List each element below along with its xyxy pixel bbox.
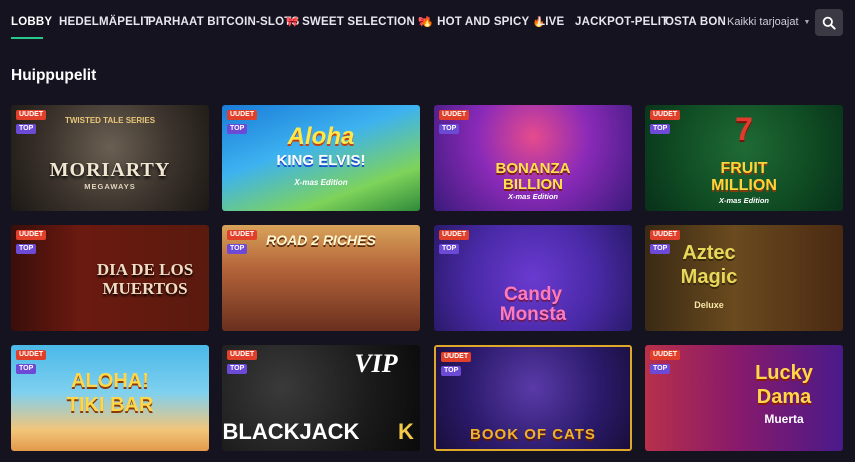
top-badge: TOP	[227, 244, 248, 254]
game-subtitle: TIKI BAR	[66, 394, 154, 416]
game-title: BONANZA	[495, 160, 571, 177]
top-badge: TOP	[441, 366, 462, 376]
top-badge: TOP	[650, 244, 671, 254]
game-title: ALOHA!	[71, 370, 149, 392]
new-badge: UUDET	[650, 110, 681, 120]
game-title: Candy	[503, 284, 563, 305]
top-badge: TOP	[227, 124, 248, 134]
nav-sweet-selection-label: SWEET SELECTION	[302, 16, 415, 28]
game-title: MORIARTY	[49, 159, 171, 181]
nav-hot-and-spicy[interactable]: 🔥 HOT AND SPICY 🔥	[421, 16, 545, 28]
nav-hedelmapelit[interactable]: HEDELMÄPELIT	[59, 16, 151, 28]
game-tile-moriarty[interactable]: TWISTED TALE SERIES MORIARTY MEGAWAYS UU…	[11, 105, 209, 211]
game-tile-road-2-riches[interactable]: ROAD 2 RICHES UUDET TOP	[222, 225, 420, 331]
nav-sweet-selection[interactable]: 🎀 SWEET SELECTION 🎀	[286, 16, 431, 28]
bow-icon: 🎀	[286, 17, 299, 28]
game-edition: X-mas Edition	[294, 178, 348, 187]
top-badge: TOP	[439, 124, 460, 134]
game-tile-aztec-magic-deluxe[interactable]: Aztec Magic Deluxe UUDET TOP	[645, 225, 843, 331]
fire-icon: 🔥	[421, 17, 434, 28]
nav-hot-and-spicy-label: HOT AND SPICY	[437, 16, 530, 28]
game-tile-blackjack-k-vip[interactable]: VIP BLACKJACK K UUDET TOP	[222, 345, 420, 451]
game-title: DIA DE LOS	[96, 260, 194, 279]
new-badge: UUDET	[441, 352, 472, 362]
top-badge: TOP	[439, 244, 460, 254]
section-title: Huippupelit	[11, 67, 97, 84]
active-tab-indicator	[11, 37, 43, 39]
new-badge: UUDET	[439, 230, 470, 240]
nav-lobby[interactable]: LOBBY	[11, 16, 52, 28]
game-title: Lucky	[755, 362, 813, 384]
game-tile-aloha-king-elvis[interactable]: Aloha KING ELVIS! X-mas Edition UUDET TO…	[222, 105, 420, 211]
new-badge: UUDET	[227, 350, 258, 360]
top-badge: TOP	[16, 244, 37, 254]
new-badge: UUDET	[227, 230, 258, 240]
game-subtitle: K	[398, 419, 414, 444]
new-badge: UUDET	[16, 230, 47, 240]
game-subtitle: MILLION	[711, 177, 777, 194]
search-button[interactable]	[815, 9, 843, 36]
top-badge: TOP	[16, 364, 37, 374]
game-subtitle: MUERTOS	[102, 279, 188, 298]
game-tile-candy-monsta[interactable]: Candy Monsta UUDET TOP	[434, 225, 632, 331]
game-subtitle: Monsta	[499, 304, 567, 325]
game-title: FRUIT	[720, 160, 768, 177]
top-badge: TOP	[650, 124, 671, 134]
game-tile-aloha-tiki-bar[interactable]: ALOHA! TIKI BAR UUDET TOP	[11, 345, 209, 451]
game-subtitle: MEGAWAYS	[84, 182, 136, 191]
game-tile-lucky-dama-muerta[interactable]: Lucky Dama Muerta UUDET TOP	[645, 345, 843, 451]
provider-filter-label: Kaikki tarjoajat	[727, 16, 799, 28]
game-subtitle: KING ELVIS!	[276, 152, 366, 169]
chevron-down-icon: ▼	[803, 18, 811, 26]
new-badge: UUDET	[227, 110, 258, 120]
nav-osta-bon[interactable]: OSTA BON	[665, 16, 726, 28]
game-title: BOOK OF CATS	[470, 426, 596, 443]
new-badge: UUDET	[16, 110, 47, 120]
new-badge: UUDET	[439, 110, 470, 120]
top-badge: TOP	[650, 364, 671, 374]
new-badge: UUDET	[16, 350, 47, 360]
provider-filter-dropdown[interactable]: Kaikki tarjoajat ▼	[727, 16, 810, 28]
top-badge: TOP	[227, 364, 248, 374]
game-edition: Muerta	[764, 412, 804, 426]
game-edition: X-mas Edition	[507, 192, 558, 201]
search-icon	[822, 16, 836, 30]
game-subtitle: BILLION	[503, 176, 563, 193]
game-tile-dia-de-los-muertos[interactable]: DIA DE LOS MUERTOS UUDET TOP	[11, 225, 209, 331]
game-edition: X-mas Edition	[718, 196, 769, 205]
new-badge: UUDET	[650, 350, 681, 360]
top-badge: TOP	[16, 124, 37, 134]
game-title: BLACKJACK	[222, 419, 360, 444]
top-navigation: LOBBY HEDELMÄPELIT PARHAAT BITCOIN-SLOTS…	[0, 0, 855, 44]
nav-bitcoin-slots[interactable]: PARHAAT BITCOIN-SLOTS	[148, 16, 299, 28]
game-edition: Deluxe	[694, 300, 724, 310]
new-badge: UUDET	[650, 230, 681, 240]
game-tile-bonanza-billion[interactable]: BONANZA BILLION X-mas Edition UUDET TOP	[434, 105, 632, 211]
game-tile-fruit-million[interactable]: 7 FRUIT MILLION X-mas Edition UUDET TOP	[645, 105, 843, 211]
nav-live[interactable]: LIVE	[538, 16, 564, 28]
game-title: Aloha	[287, 123, 355, 150]
nav-jackpot-pelit[interactable]: JACKPOT-PELIT	[575, 16, 668, 28]
game-vip-label: VIP	[354, 349, 398, 378]
game-subtitle: Dama	[756, 386, 812, 408]
game-subtitle: Magic	[680, 266, 738, 288]
game-tile-book-of-cats[interactable]: BOOK OF CATS UUDET TOP	[434, 345, 632, 451]
